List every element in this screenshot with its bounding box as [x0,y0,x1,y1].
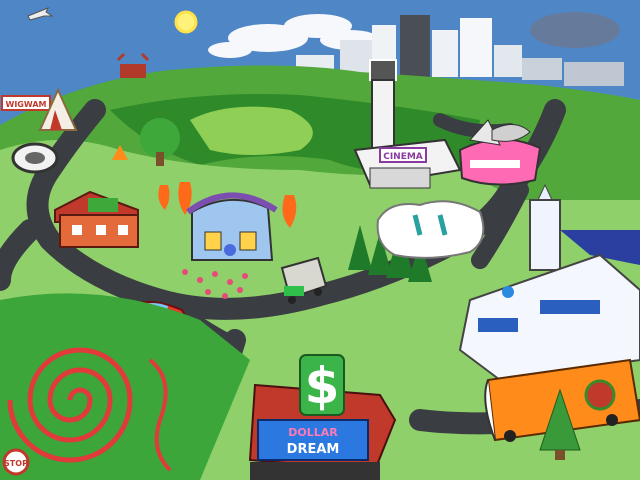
smoke-cloud [530,12,620,48]
wigwam-sign-text: WIGWAM [6,100,47,109]
stop-sign[interactable]: STOP [2,448,30,476]
cinema-sign-text: CINEMA [383,152,423,162]
store-parking [250,462,380,480]
town-map: WIGWAM CINEMA STOP DOLLAR DREAM $ [0,0,640,480]
dollar-dream-line2: DREAM [287,442,340,457]
white-dome-building[interactable] [376,200,485,259]
dollar-dream-line1: DOLLAR [288,426,338,439]
dollar-symbol: $ [305,357,340,415]
blue-cottage[interactable] [186,192,278,261]
cinema-lights [369,59,397,81]
sun-icon [174,10,198,34]
stop-sign-text: STOP [4,459,28,468]
tire-shop[interactable] [11,142,59,174]
